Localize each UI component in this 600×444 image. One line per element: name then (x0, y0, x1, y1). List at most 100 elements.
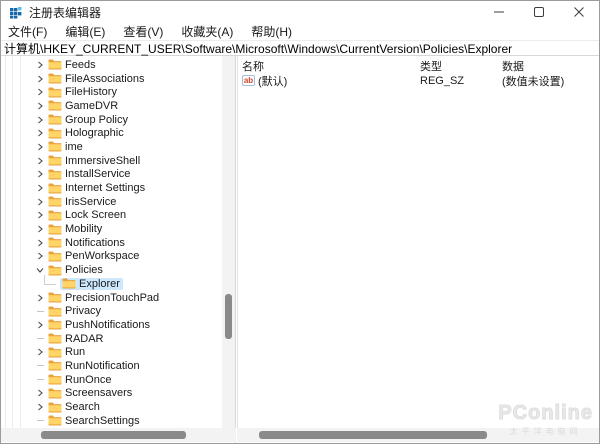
tree-item-runonce[interactable]: RunOnce (1, 373, 222, 387)
expand-chevron[interactable] (34, 237, 46, 249)
value-list-panel: 名称类型数据 ab(默认)REG_SZ(数值未设置) (237, 56, 599, 428)
tree-item-label: ime (65, 141, 83, 153)
tree-item-holographic[interactable]: Holographic (1, 126, 222, 140)
column-header-type[interactable]: 类型 (420, 58, 502, 73)
tree-item-body[interactable]: ImmersiveShell (46, 155, 143, 167)
expand-chevron[interactable] (34, 59, 46, 71)
tree-item-body[interactable]: InstallService (46, 168, 133, 180)
expand-chevron[interactable] (34, 141, 46, 153)
tree-item-installservice[interactable]: InstallService (1, 168, 222, 182)
tree-vertical-scrollbar[interactable] (222, 56, 235, 428)
column-header-name[interactable]: 名称 (238, 58, 420, 73)
tree-item-body[interactable]: GameDVR (46, 100, 121, 112)
expand-chevron[interactable] (34, 127, 46, 139)
selected-key-highlight[interactable]: Explorer (60, 278, 123, 290)
tree-item-searchsettings[interactable]: SearchSettings (1, 414, 222, 428)
expand-chevron[interactable] (34, 73, 46, 85)
folder-icon (48, 141, 62, 152)
tree-item-body[interactable]: RunOnce (46, 374, 114, 386)
tree-item-lock-screen[interactable]: Lock Screen (1, 209, 222, 223)
expand-chevron[interactable] (34, 401, 46, 413)
folder-icon (48, 319, 62, 330)
tree-item-immersiveshell[interactable]: ImmersiveShell (1, 154, 222, 168)
menu-item-edit[interactable]: 编辑(E) (65, 23, 105, 40)
tree-item-body[interactable]: Group Policy (46, 114, 131, 126)
tree-item-body[interactable]: SearchSettings (46, 415, 143, 427)
tree-item-label: SearchSettings (65, 415, 140, 427)
list-horizontal-scrollbar-thumb[interactable] (259, 431, 487, 439)
tree-item-body[interactable]: PushNotifications (46, 319, 153, 331)
column-header-data[interactable]: 数据 (502, 58, 599, 73)
tree-item-body[interactable]: PrecisionTouchPad (46, 292, 162, 304)
tree-item-irisservice[interactable]: IrisService (1, 195, 222, 209)
tree-item-body[interactable]: Privacy (46, 305, 104, 317)
tree-item-gamedvr[interactable]: GameDVR (1, 99, 222, 113)
tree-item-policies[interactable]: Policies (1, 263, 222, 277)
tree-item-body[interactable]: Internet Settings (46, 182, 148, 194)
expand-chevron[interactable] (34, 100, 46, 112)
tree-item-search[interactable]: Search (1, 400, 222, 414)
list-horizontal-scrollbar[interactable] (237, 428, 599, 442)
value-row[interactable]: ab(默认)REG_SZ(数值未设置) (238, 73, 599, 88)
tree-item-radar[interactable]: RADAR (1, 332, 222, 346)
expand-chevron[interactable] (34, 387, 46, 399)
tree-item-feeds[interactable]: Feeds (1, 58, 222, 72)
menu-item-favorites[interactable]: 收藏夹(A) (181, 23, 233, 40)
tree-item-body[interactable]: Notifications (46, 237, 128, 249)
expand-chevron[interactable] (34, 168, 46, 180)
tree-item-ime[interactable]: ime (1, 140, 222, 154)
tree-item-body[interactable]: FileHistory (46, 86, 120, 98)
tree-item-filehistory[interactable]: FileHistory (1, 85, 222, 99)
tree-item-body[interactable]: IrisService (46, 196, 119, 208)
tree-vertical-scrollbar-thumb[interactable] (225, 294, 232, 339)
menu-item-file[interactable]: 文件(F) (8, 23, 47, 40)
tree-item-group-policy[interactable]: Group Policy (1, 113, 222, 127)
tree-item-body[interactable]: FileAssociations (46, 73, 147, 85)
minimize-button[interactable] (479, 1, 519, 23)
tree-item-fileassociations[interactable]: FileAssociations (1, 72, 222, 86)
tree-horizontal-scrollbar-thumb[interactable] (41, 431, 186, 439)
tree-item-body[interactable]: Mobility (46, 223, 105, 235)
close-button[interactable] (559, 1, 599, 23)
folder-icon (48, 347, 62, 358)
tree-item-pushnotifications[interactable]: PushNotifications (1, 318, 222, 332)
tree-item-body[interactable]: RunNotification (46, 360, 143, 372)
tree-item-run[interactable]: Run (1, 345, 222, 359)
expand-chevron[interactable] (34, 292, 46, 304)
tree-item-body[interactable]: Search (46, 401, 103, 413)
expand-chevron[interactable] (34, 346, 46, 358)
tree-item-body[interactable]: Feeds (46, 59, 99, 71)
expand-chevron[interactable] (34, 114, 46, 126)
expand-chevron[interactable] (34, 182, 46, 194)
menu-item-view[interactable]: 查看(V) (123, 23, 163, 40)
tree-item-body[interactable]: ime (46, 141, 86, 153)
tree-item-body[interactable]: RADAR (46, 333, 107, 345)
tree-item-runnotification[interactable]: RunNotification (1, 359, 222, 373)
maximize-button[interactable] (519, 1, 559, 23)
registry-tree-panel: Feeds FileAssociationsFileHistory GameDVR G… (1, 56, 236, 443)
tree-item-body[interactable]: Holographic (46, 127, 127, 139)
tree-item-explorer[interactable]: Explorer (1, 277, 222, 291)
tree-item-body[interactable]: Screensavers (46, 387, 135, 399)
tree-item-notifications[interactable]: Notifications (1, 236, 222, 250)
expand-chevron[interactable] (34, 196, 46, 208)
address-bar[interactable]: 计算机\HKEY_CURRENT_USER\Software\Microsoft… (1, 40, 599, 56)
tree-item-precisiontouchpad[interactable]: PrecisionTouchPad (1, 291, 222, 305)
tree-item-mobility[interactable]: Mobility (1, 222, 222, 236)
expand-chevron[interactable] (34, 250, 46, 262)
tree-horizontal-scrollbar[interactable] (1, 428, 236, 442)
expand-chevron[interactable] (34, 86, 46, 98)
menu-item-help[interactable]: 帮助(H) (251, 23, 292, 40)
folder-icon (48, 73, 62, 84)
expand-chevron[interactable] (34, 319, 46, 331)
tree-item-penworkspace[interactable]: PenWorkspace (1, 250, 222, 264)
tree-item-internet-settings[interactable]: Internet Settings (1, 181, 222, 195)
tree-item-body[interactable]: Run (46, 346, 88, 358)
expand-chevron[interactable] (34, 209, 46, 221)
tree-item-privacy[interactable]: Privacy (1, 304, 222, 318)
tree-item-body[interactable]: Lock Screen (46, 209, 129, 221)
expand-chevron[interactable] (34, 155, 46, 167)
tree-item-body[interactable]: PenWorkspace (46, 250, 142, 262)
tree-item-screensavers[interactable]: Screensavers (1, 387, 222, 401)
expand-chevron[interactable] (34, 223, 46, 235)
